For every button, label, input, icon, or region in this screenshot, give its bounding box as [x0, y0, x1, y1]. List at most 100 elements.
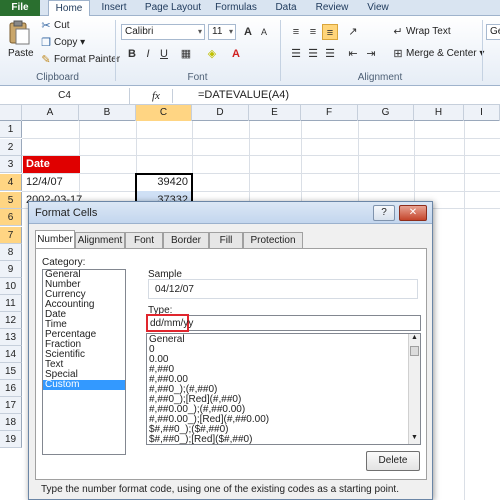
align-left-icon[interactable]: ☰: [288, 46, 304, 62]
tab-insert[interactable]: Insert: [94, 0, 134, 16]
select-all-corner[interactable]: [0, 105, 22, 121]
format-code-item[interactable]: General: [147, 335, 420, 345]
italic-button[interactable]: I: [140, 46, 156, 62]
number-format-combo[interactable]: Ge: [486, 24, 500, 40]
close-button[interactable]: ✕: [399, 205, 427, 221]
type-input[interactable]: dd/mm/yy: [146, 314, 421, 332]
row-header-10[interactable]: 10: [0, 278, 22, 295]
tab-review[interactable]: Review: [310, 0, 354, 16]
name-box[interactable]: C4: [0, 88, 130, 104]
font-name-combo[interactable]: Calibri ▾: [121, 24, 205, 40]
format-code-item[interactable]: 0.00: [147, 355, 420, 365]
underline-button[interactable]: U: [156, 46, 172, 62]
fill-color-icon[interactable]: ◈: [204, 46, 220, 62]
row-header-15[interactable]: 15: [0, 363, 22, 380]
tab-font[interactable]: Font: [125, 232, 163, 248]
type-value: dd/mm/yy: [150, 318, 194, 329]
row-header-16[interactable]: 16: [0, 380, 22, 397]
tab-protection[interactable]: Protection: [243, 232, 303, 248]
format-list-scrollbar[interactable]: ▲ ▼: [408, 334, 420, 444]
row-header-1[interactable]: 1: [0, 121, 22, 138]
column-header-g[interactable]: G: [358, 105, 414, 121]
orientation-icon[interactable]: ↗: [345, 24, 361, 40]
row-header-18[interactable]: 18: [0, 414, 22, 431]
category-list[interactable]: General Number Currency Accounting Date …: [42, 269, 126, 455]
borders-icon[interactable]: ▦: [178, 46, 194, 62]
format-code-item[interactable]: 0: [147, 345, 420, 355]
row-header-3[interactable]: 3: [0, 156, 22, 173]
category-item-selected[interactable]: Custom: [43, 380, 125, 390]
tab-border[interactable]: Border: [163, 232, 209, 248]
column-header-a[interactable]: A: [22, 105, 79, 121]
column-header-f[interactable]: F: [301, 105, 358, 121]
row-header-13[interactable]: 13: [0, 329, 22, 346]
tab-number[interactable]: Number: [35, 230, 75, 248]
help-button[interactable]: ?: [373, 205, 395, 221]
copy-button[interactable]: Copy ▾: [54, 37, 85, 48]
row-header-5[interactable]: 5: [0, 192, 22, 209]
cell-a4[interactable]: 12/4/07: [23, 174, 79, 191]
sample-box: 04/12/07: [148, 279, 418, 299]
tab-alignment[interactable]: Alignment: [75, 232, 125, 248]
row-header-11[interactable]: 11: [0, 295, 22, 312]
gridline: [22, 155, 500, 156]
tab-file[interactable]: File: [0, 0, 40, 16]
increase-indent-icon[interactable]: ⇥: [363, 46, 379, 62]
dialog-hint: Type the number format code, using one o…: [41, 484, 399, 495]
row-header-7[interactable]: 7: [0, 227, 22, 244]
font-size-combo[interactable]: 11 ▾: [208, 24, 236, 40]
font-name-value: Calibri: [125, 26, 154, 37]
format-code-list[interactable]: General 0 0.00 #,##0 #,##0.00 #,##0_);(#…: [146, 333, 421, 445]
grow-font-button[interactable]: A: [240, 24, 256, 40]
column-header-c[interactable]: C: [136, 105, 192, 121]
chevron-down-icon: ▾: [228, 27, 233, 36]
row-header-9[interactable]: 9: [0, 261, 22, 278]
format-painter-icon: ✎: [41, 54, 51, 66]
row-header-4[interactable]: 4: [0, 174, 22, 191]
bold-button[interactable]: B: [124, 46, 140, 62]
row-header-2[interactable]: 2: [0, 139, 22, 156]
scroll-thumb[interactable]: [410, 346, 419, 356]
scroll-up-icon[interactable]: ▲: [409, 334, 420, 344]
column-header-d[interactable]: D: [192, 105, 249, 121]
tab-page-layout[interactable]: Page Layout: [140, 0, 206, 16]
row-header-14[interactable]: 14: [0, 346, 22, 363]
format-code-item[interactable]: $#,##0_);[Red]($#,##0): [147, 435, 420, 445]
alignment-group-label: Alignment: [357, 72, 403, 83]
row-header-19[interactable]: 19: [0, 431, 22, 448]
tab-fill[interactable]: Fill: [209, 232, 243, 248]
row-header-6[interactable]: 6: [0, 209, 22, 226]
formula-input[interactable]: =DATEVALUE(A4): [198, 89, 289, 101]
align-center-icon[interactable]: ☰: [305, 46, 321, 62]
row-header-8[interactable]: 8: [0, 244, 22, 261]
wrap-text-button[interactable]: Wrap Text: [406, 26, 451, 37]
cell-c4[interactable]: 39420: [137, 174, 191, 191]
row-header-17[interactable]: 17: [0, 397, 22, 414]
cut-button[interactable]: Cut: [54, 20, 70, 31]
column-header-b[interactable]: B: [79, 105, 136, 121]
shrink-font-button[interactable]: A: [256, 24, 272, 40]
tab-view[interactable]: View: [360, 0, 396, 16]
tab-data[interactable]: Data: [268, 0, 304, 16]
font-color-icon[interactable]: A: [228, 46, 244, 62]
scroll-down-icon[interactable]: ▼: [409, 434, 420, 444]
merge-center-button[interactable]: Merge & Center ▾: [406, 48, 484, 59]
column-header-e[interactable]: E: [249, 105, 301, 121]
cell-a3-date-header[interactable]: Date: [23, 156, 80, 173]
column-header-h[interactable]: H: [414, 105, 464, 121]
delete-button[interactable]: Delete: [366, 451, 420, 471]
column-header-i[interactable]: I: [464, 105, 500, 121]
format-painter-button[interactable]: Format Painter: [54, 54, 120, 65]
align-bottom-icon[interactable]: ≡: [322, 24, 338, 40]
align-right-icon[interactable]: ☰: [322, 46, 338, 62]
align-top-icon[interactable]: ≡: [288, 24, 304, 40]
fx-icon[interactable]: fx: [152, 90, 160, 102]
row-header-12[interactable]: 12: [0, 312, 22, 329]
tab-home[interactable]: Home: [48, 0, 90, 17]
tab-formulas[interactable]: Formulas: [210, 0, 262, 16]
paste-button[interactable]: [6, 20, 32, 46]
decrease-indent-icon[interactable]: ⇤: [345, 46, 361, 62]
ribbon-tab-bar: File Home Insert Page Layout Formulas Da…: [0, 0, 500, 17]
align-middle-icon[interactable]: ≡: [305, 24, 321, 40]
wrap-text-icon: ↵: [393, 26, 403, 38]
